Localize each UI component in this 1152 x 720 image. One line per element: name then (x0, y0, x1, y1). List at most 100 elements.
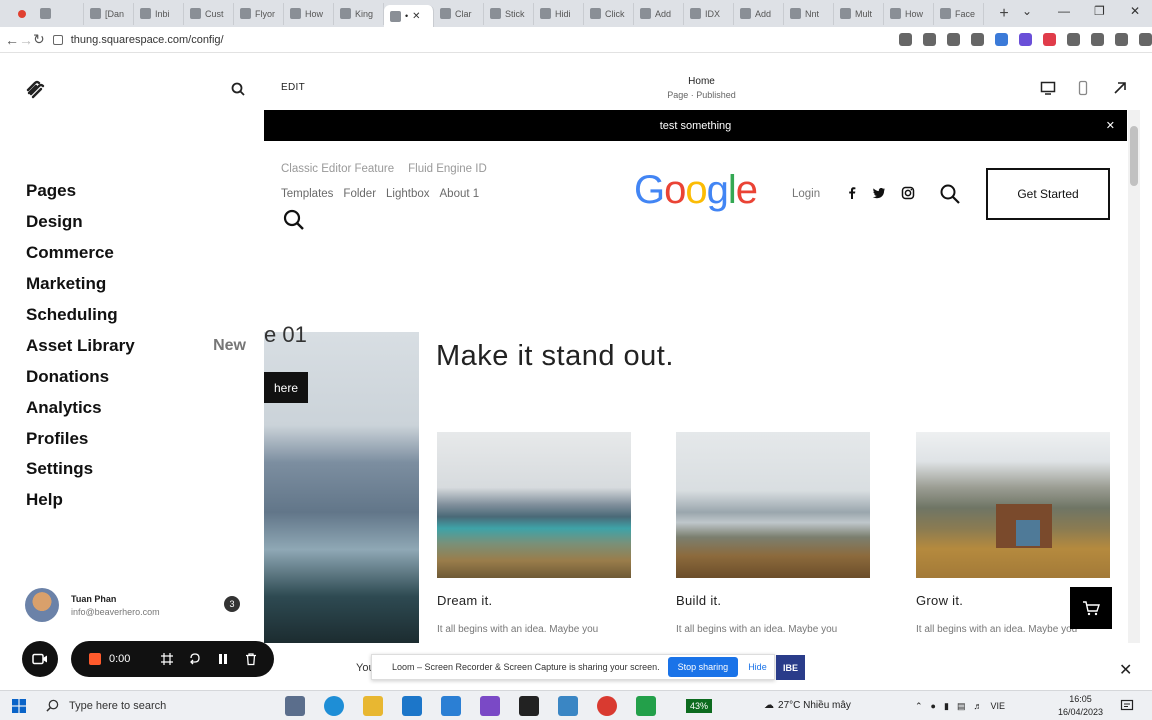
nav-link[interactable]: Fluid Engine ID (408, 163, 487, 175)
mail-app-icon[interactable] (402, 695, 422, 716)
restart-icon[interactable] (188, 652, 202, 666)
share-icon[interactable] (922, 33, 936, 46)
sidebar-item-commerce[interactable]: Commerce (26, 238, 246, 269)
sidebar-item-help[interactable]: Help (26, 485, 246, 516)
browser-tab[interactable]: Stick (484, 2, 534, 25)
browser-tab[interactable]: Hidi (534, 2, 584, 25)
l-app-icon[interactable] (441, 695, 461, 716)
network-icon[interactable]: ▤ (957, 701, 966, 712)
chrome-browser-icon[interactable] (597, 695, 617, 716)
browser-tab[interactable]: Add (734, 2, 784, 25)
site-search-icon[interactable] (282, 208, 306, 232)
expand-arrow-icon[interactable] (1112, 80, 1128, 96)
browser-tab[interactable]: How (884, 2, 934, 25)
browser-tab[interactable]: [Dan (84, 2, 134, 25)
code-app-icon[interactable] (558, 695, 578, 716)
battery-icon[interactable]: ▮ (944, 701, 949, 712)
browser-tab[interactable]: • ✕ (384, 5, 434, 27)
sidebar-item-asset-library[interactable]: Asset Library New (26, 330, 246, 361)
site-logo[interactable]: Google (634, 168, 758, 213)
browser-tab[interactable]: Inbi (134, 2, 184, 25)
sidebar-item-marketing[interactable]: Marketing (26, 269, 246, 300)
mobile-view-icon[interactable] (1075, 80, 1091, 96)
nav-link[interactable]: Folder (343, 188, 376, 200)
browser-tab[interactable]: King (334, 2, 384, 25)
browser-tab[interactable]: Flyor (234, 2, 284, 25)
spreadsheet-app-icon[interactable] (636, 695, 656, 716)
sidebar-item-design[interactable]: Design (26, 207, 246, 238)
puzzle-icon[interactable] (1114, 33, 1128, 46)
search-icon[interactable] (231, 82, 245, 96)
browser-tab[interactable]: Add (634, 2, 684, 25)
edge-browser-icon[interactable] (324, 695, 344, 716)
camera-toggle-button[interactable] (22, 641, 58, 677)
nav-link[interactable]: Templates (281, 188, 333, 200)
stop-sharing-button[interactable]: Stop sharing (667, 657, 739, 677)
user-profile[interactable]: Tuan Phan info@beaverhero.com 3 (25, 588, 240, 622)
notification-badge[interactable]: 3 (224, 596, 240, 612)
instagram-icon[interactable] (901, 186, 915, 200)
tray-chevron-icon[interactable]: ⌃ (915, 701, 923, 712)
color-extension-icon[interactable] (1018, 33, 1032, 46)
browser-tab[interactable]: Nnt (784, 2, 834, 25)
close-announcement-icon[interactable]: ✕ (1106, 119, 1115, 132)
announcement-bar[interactable]: test something ✕ (264, 110, 1127, 141)
formula-extension-icon[interactable] (970, 33, 984, 46)
windows-start-icon[interactable] (12, 698, 26, 713)
weather-widget[interactable]: ☁ 27°C Nhiều mây (764, 700, 851, 711)
close-tab-icon[interactable]: ✕ (412, 11, 420, 22)
restore-window-button[interactable]: ❐ (1094, 4, 1105, 18)
sidebar-item-pages[interactable]: Pages (26, 176, 246, 207)
back-arrow-icon[interactable]: ← (5, 32, 19, 48)
close-window-button[interactable]: ✕ (1130, 4, 1140, 18)
browser-tab[interactable]: Clar (434, 2, 484, 25)
browser-tab[interactable]: Cust (184, 2, 234, 25)
underlying-page-button[interactable]: IBE (776, 655, 805, 680)
browser-tab[interactable]: Click (584, 2, 634, 25)
get-started-button[interactable]: Get Started (986, 168, 1110, 220)
nav-link[interactable]: Lightbox (386, 188, 429, 200)
nav-link[interactable]: Classic Editor Feature (281, 163, 394, 175)
cart-button[interactable] (1070, 587, 1112, 629)
preview-scrollbar[interactable] (1128, 110, 1140, 643)
microphone-icon[interactable]: ● (931, 701, 936, 711)
sidebar-item-donations[interactable]: Donations (26, 361, 246, 392)
volume-icon[interactable]: ♬ (973, 701, 982, 711)
language-indicator[interactable]: VIE (990, 701, 1005, 711)
notifications-icon[interactable] (1120, 699, 1134, 713)
edit-extension-icon[interactable] (994, 33, 1008, 46)
tab-search-chevron-icon[interactable]: ⌄ (1022, 4, 1032, 18)
file-explorer-icon[interactable] (363, 695, 383, 716)
avatar[interactable] (25, 588, 59, 622)
pause-icon[interactable] (216, 652, 230, 666)
squarespace-logo-icon[interactable] (25, 80, 47, 100)
nav-link[interactable]: About 1 (440, 188, 480, 200)
sidebar-item-settings[interactable]: Settings (26, 454, 246, 485)
slide-button[interactable]: here (264, 372, 308, 403)
terminal-app-icon[interactable] (519, 695, 539, 716)
grid-icon[interactable] (160, 652, 174, 666)
address-bar[interactable]: thung.squarespace.com/config/ (52, 29, 793, 51)
adblock-extension-icon[interactable] (1042, 33, 1056, 46)
stop-recording-button[interactable] (89, 653, 101, 665)
browser-tab[interactable]: How (284, 2, 334, 25)
browser-menu-dot-icon[interactable] (18, 9, 26, 18)
sidebar-item-profiles[interactable]: Profiles (26, 423, 246, 454)
browser-tab[interactable]: Mult (834, 2, 884, 25)
new-tab-button[interactable]: + (990, 5, 1018, 23)
trash-icon[interactable] (244, 652, 258, 666)
reload-icon[interactable]: ↻ (33, 31, 45, 48)
desktop-view-icon[interactable] (1040, 80, 1056, 96)
taskbar-clock[interactable]: 16:05 16/04/2023 (1058, 693, 1103, 719)
close-icon[interactable]: ✕ (1119, 660, 1132, 680)
shield-extension-icon[interactable] (1066, 33, 1080, 46)
sidepanel-icon[interactable] (1138, 33, 1152, 46)
task-view-icon[interactable] (285, 695, 305, 716)
sidebar-item-analytics[interactable]: Analytics (26, 392, 246, 423)
twitter-icon[interactable] (872, 186, 886, 200)
scroll-thumb[interactable] (1130, 126, 1138, 186)
browser-tab[interactable]: IDX (684, 2, 734, 25)
messaging-app-icon[interactable] (480, 695, 500, 716)
hide-button[interactable]: Hide (748, 662, 767, 672)
battery-status[interactable]: 43% (686, 698, 713, 713)
